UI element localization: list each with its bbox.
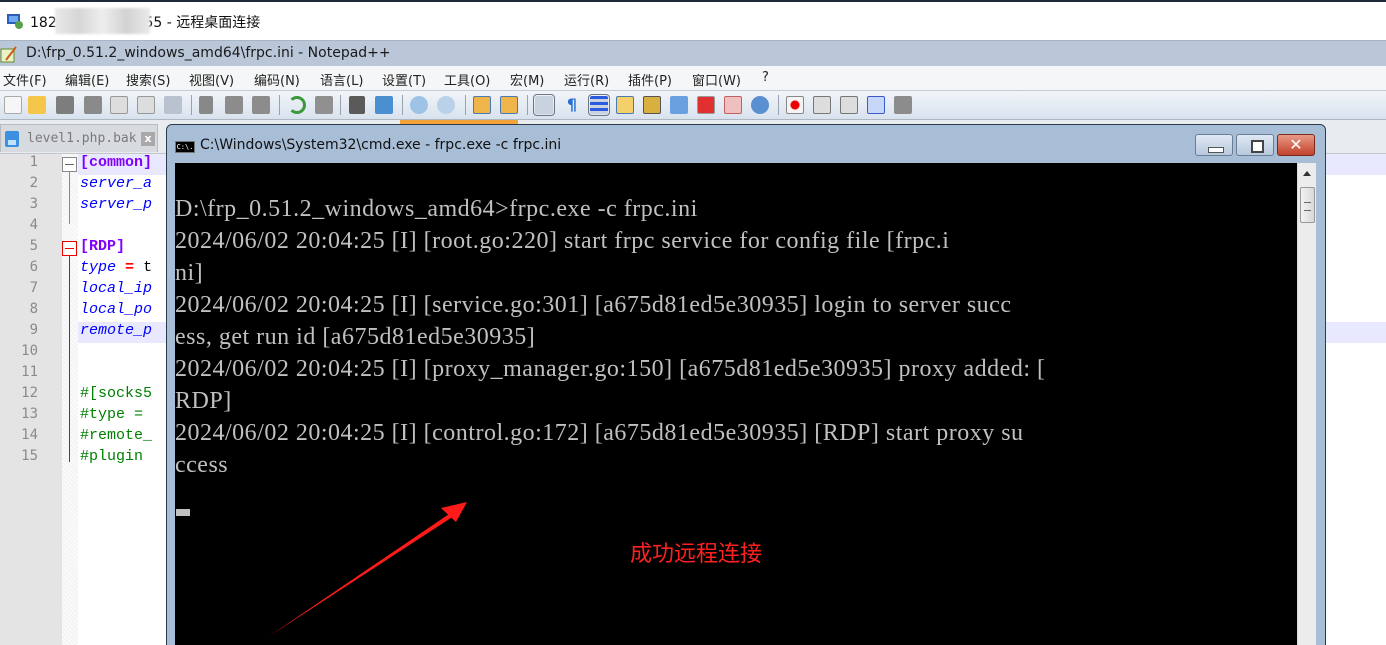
annotation-text: 成功远程连接 — [630, 542, 763, 567]
arrow-shaft — [268, 512, 454, 637]
